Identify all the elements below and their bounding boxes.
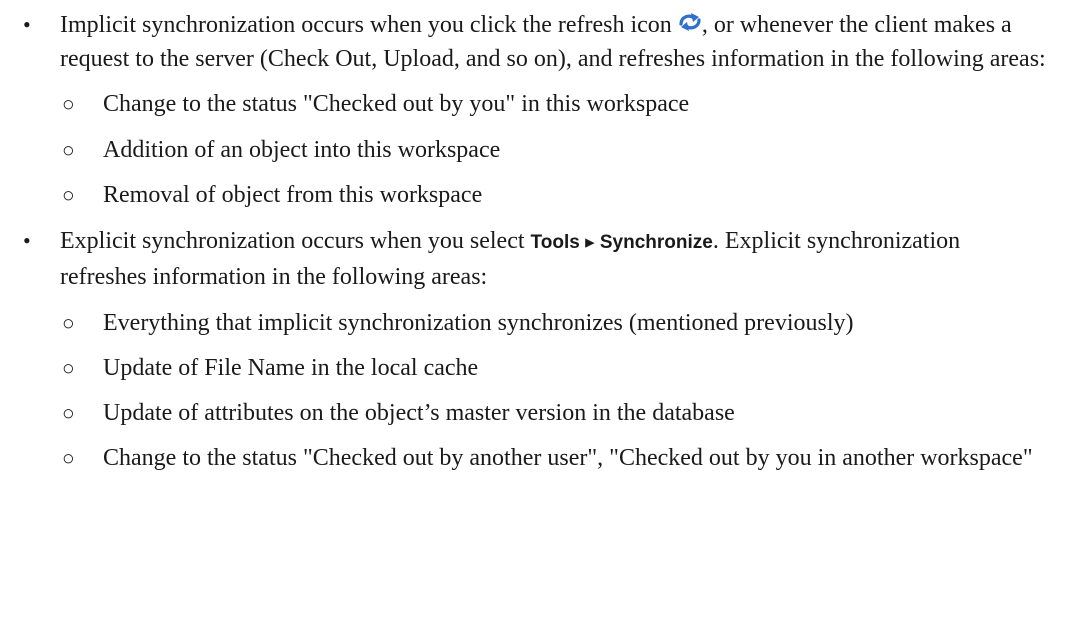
item-text: Implicit synchronization occurs when you…: [60, 12, 1046, 72]
bullet-list: • Implicit synchronization occurs when y…: [0, 8, 1065, 475]
document-body: • Implicit synchronization occurs when y…: [0, 0, 1065, 475]
subitem: ○ Change to the status "Checked out by y…: [0, 88, 1033, 121]
subitem-text: Update of attributes on the object’s mas…: [103, 400, 735, 426]
sublist-implicit: ○ Change to the status "Checked out by y…: [0, 88, 1065, 212]
bullet-marker: ○: [62, 92, 75, 116]
subitem: ○ Update of attributes on the object’s m…: [0, 397, 1033, 430]
subitem-text: Change to the status "Checked out by ano…: [103, 445, 1033, 471]
subitem: ○ Update of File Name in the local cache: [0, 352, 1033, 385]
bullet-marker: ○: [62, 311, 75, 335]
bullet-marker: •: [23, 12, 31, 37]
bullet-marker: ○: [62, 446, 75, 470]
subitem-text: Update of File Name in the local cache: [103, 355, 479, 381]
item-text: Explicit synchronization occurs when you…: [60, 228, 960, 290]
refresh-icon: [678, 9, 702, 31]
subitem: ○ Everything that implicit synchronizati…: [0, 307, 1033, 340]
menu-path-tools-synchronize: Tools ▸ Synchronize: [530, 232, 713, 253]
bullet-marker: ○: [62, 401, 75, 425]
list-item-implicit: • Implicit synchronization occurs when y…: [0, 8, 1050, 76]
bullet-marker: •: [23, 228, 31, 253]
subitem: ○ Removal of object from this workspace: [0, 179, 1033, 212]
list-item-explicit: • Explicit synchronization occurs when y…: [0, 224, 1050, 294]
item-text-before-ui: Explicit synchronization occurs when you…: [60, 228, 531, 254]
bullet-marker: ○: [62, 183, 75, 207]
bullet-marker: ○: [62, 356, 75, 380]
sublist-explicit: ○ Everything that implicit synchronizati…: [0, 307, 1065, 475]
subitem-text: Everything that implicit synchronization…: [103, 310, 854, 336]
subitem: ○ Addition of an object into this worksp…: [0, 134, 1033, 167]
subitem-text: Change to the status "Checked out by you…: [103, 91, 690, 117]
subitem-text: Addition of an object into this workspac…: [103, 137, 501, 163]
subitem-text: Removal of object from this workspace: [103, 182, 483, 208]
bullet-marker: ○: [62, 138, 75, 162]
item-text-before-icon: Implicit synchronization occurs when you…: [60, 12, 678, 38]
subitem: ○ Change to the status "Checked out by a…: [0, 442, 1033, 475]
